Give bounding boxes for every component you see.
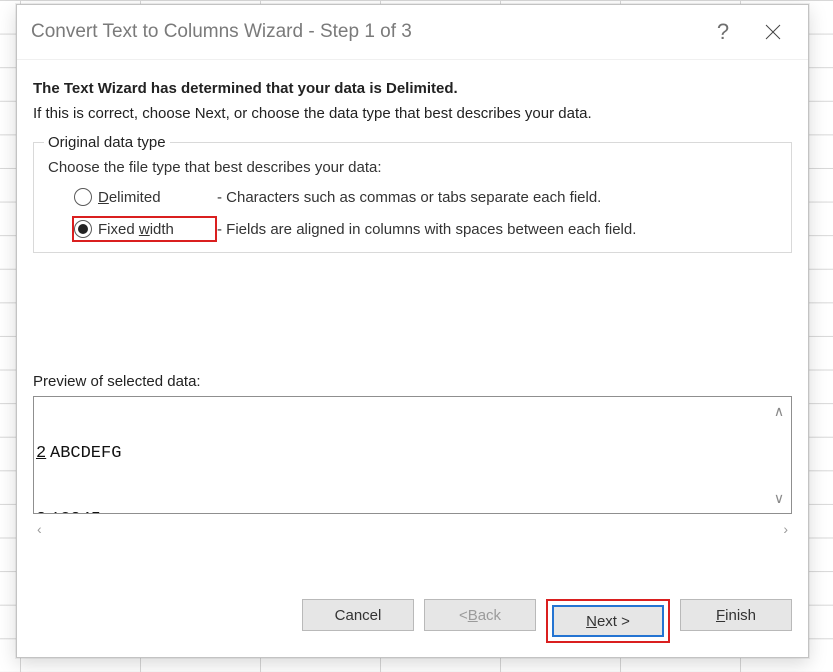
help-button[interactable]: ? bbox=[698, 5, 748, 59]
scroll-up-icon: ∧ bbox=[774, 403, 784, 420]
close-icon bbox=[764, 23, 782, 41]
radio-fixed-width-desc: - Fields are aligned in columns with spa… bbox=[217, 221, 781, 238]
radio-fixed-width[interactable]: Fixed width bbox=[72, 216, 217, 242]
finish-button[interactable]: Finish bbox=[680, 599, 792, 631]
wizard-button-bar: Cancel < Back Next > Finish bbox=[33, 599, 792, 643]
scroll-down-icon: ∨ bbox=[774, 490, 784, 507]
original-data-type-group: Original data type Choose the file type … bbox=[33, 134, 792, 253]
preview-vertical-scrollbar[interactable]: ∧ ∨ bbox=[767, 397, 791, 513]
preview-row: 312345 bbox=[36, 509, 763, 513]
radio-delimited-label: Delimited bbox=[98, 189, 161, 206]
radio-icon bbox=[74, 220, 92, 238]
scroll-right-icon: › bbox=[783, 521, 788, 537]
radio-fixed-width-label: Fixed width bbox=[98, 221, 174, 238]
dialog-title: Convert Text to Columns Wizard - Step 1 … bbox=[31, 21, 698, 43]
help-icon: ? bbox=[717, 19, 729, 45]
scroll-left-icon: ‹ bbox=[37, 521, 42, 537]
wizard-dialog: Convert Text to Columns Wizard - Step 1 … bbox=[16, 4, 809, 658]
cancel-button[interactable]: Cancel bbox=[302, 599, 414, 631]
group-legend: Original data type bbox=[44, 134, 170, 151]
radio-delimited-desc: - Characters such as commas or tabs sepa… bbox=[217, 189, 781, 206]
next-button-highlight: Next > bbox=[546, 599, 670, 643]
next-button[interactable]: Next > bbox=[552, 605, 664, 637]
preview-row: 2ABCDEFG bbox=[36, 443, 763, 465]
radio-icon bbox=[74, 188, 92, 206]
preview-box: 2ABCDEFG 312345 4XYZ123 5$%Hello 6112233… bbox=[33, 396, 792, 514]
intro-line-1: The Text Wizard has determined that your… bbox=[33, 80, 792, 97]
preview-horizontal-scrollbar[interactable]: ‹ › bbox=[33, 514, 792, 542]
radio-delimited[interactable]: Delimited bbox=[72, 184, 217, 210]
back-button[interactable]: < Back bbox=[424, 599, 536, 631]
close-button[interactable] bbox=[748, 5, 798, 59]
choose-file-type-prompt: Choose the file type that best describes… bbox=[48, 159, 781, 176]
intro-line-2: If this is correct, choose Next, or choo… bbox=[33, 105, 792, 122]
title-bar: Convert Text to Columns Wizard - Step 1 … bbox=[17, 5, 808, 60]
preview-content: 2ABCDEFG 312345 4XYZ123 5$%Hello 6112233 bbox=[34, 397, 765, 513]
preview-label: Preview of selected data: bbox=[33, 373, 792, 390]
